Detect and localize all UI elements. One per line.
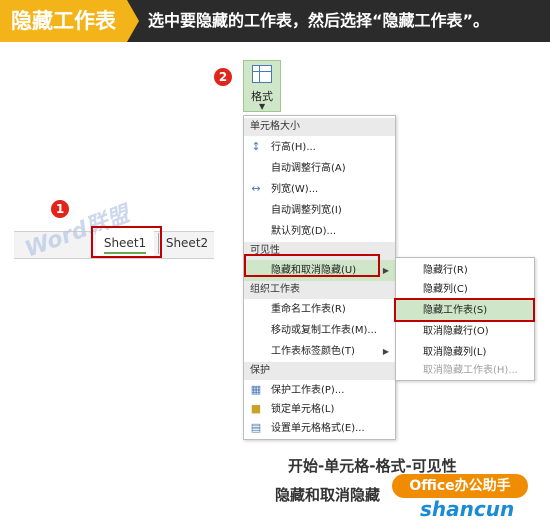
row-height-icon: ↕ — [251, 140, 261, 153]
hide-sheet-highlight-box — [394, 298, 535, 322]
format-button[interactable]: 格式 ▼ — [243, 60, 281, 112]
menu-header-cell-size: 单元格大小 — [244, 118, 395, 136]
menu-header-organize: 组织工作表 — [244, 281, 395, 299]
menu-item-rename[interactable]: 重命名工作表(R) — [244, 299, 395, 320]
submenu-item-unhide-sheet: 取消隐藏工作表(H)... — [423, 365, 518, 376]
caption-action: 隐藏和取消隐藏 — [275, 486, 381, 504]
column-width-icon: ↔ — [251, 182, 261, 195]
menu-item-row-height[interactable]: ↕ 行高(H)... — [244, 137, 395, 158]
menu-item-label: 工作表标签颜色(T) — [271, 346, 355, 357]
menu-item-autofit-column[interactable]: 自动调整列宽(I) — [244, 200, 395, 221]
menu-item-tab-color[interactable]: 工作表标签颜色(T) ▶ — [244, 341, 395, 362]
banner-notch — [127, 0, 139, 42]
chevron-right-icon: ▶ — [382, 347, 389, 356]
hide-unhide-highlight-box — [244, 254, 380, 277]
menu-item-label: 重命名工作表(R) — [271, 304, 346, 315]
menu-item-label: 行高(H)... — [271, 142, 316, 153]
menu-item-label: 锁定单元格(L) — [271, 404, 335, 415]
menu-item-move-copy[interactable]: 移动或复制工作表(M)... — [244, 320, 395, 341]
menu-item-column-width[interactable]: ↔ 列宽(W)... — [244, 179, 395, 200]
caption-path: 开始-单元格-格式-可见性 — [288, 457, 457, 475]
submenu-item-hide-columns[interactable]: 隐藏列(C) — [396, 279, 534, 300]
format-grid-icon — [252, 65, 272, 83]
step-two-badge: 2 — [214, 68, 232, 86]
banner-tag: 隐藏工作表 — [0, 0, 127, 42]
menu-item-default-width[interactable]: 默认列宽(D)... — [244, 221, 395, 242]
submenu-item-unhide-rows[interactable]: 取消隐藏行(O) — [396, 321, 534, 342]
site-watermark: shancun — [420, 497, 515, 521]
menu-item-label: 自动调整列宽(I) — [271, 205, 342, 216]
menu-item-label: 保护工作表(P)... — [271, 385, 345, 396]
format-menu: 单元格大小 ↕ 行高(H)... 自动调整行高(A) ↔ 列宽(W)... 自动… — [243, 115, 396, 440]
menu-item-label: 默认列宽(D)... — [271, 226, 337, 237]
menu-item-protect-sheet[interactable]: ▦ 保护工作表(P)... — [244, 380, 395, 401]
format-cells-icon: ▤ — [250, 421, 262, 434]
menu-item-lock-cell[interactable]: ■ 锁定单元格(L) — [244, 399, 395, 420]
banner-instruction: 选中要隐藏的工作表，然后选择“隐藏工作表”。 — [148, 11, 490, 30]
lock-icon: ■ — [250, 402, 262, 415]
chevron-right-icon: ▶ — [382, 266, 389, 275]
menu-item-label: 自动调整行高(A) — [271, 163, 346, 174]
menu-item-autofit-row[interactable]: 自动调整行高(A) — [244, 158, 395, 179]
tab-sheet2[interactable]: Sheet2 — [162, 231, 212, 257]
sheet1-highlight-box — [91, 226, 162, 258]
office-logo-badge: Office办公助手 — [392, 474, 528, 498]
chevron-down-icon: ▼ — [259, 102, 266, 111]
menu-header-protect: 保护 — [244, 362, 395, 380]
menu-item-label: 列宽(W)... — [271, 184, 319, 195]
menu-item-label: 设置单元格格式(E)... — [271, 423, 365, 434]
submenu-item-hide-rows[interactable]: 隐藏行(R) — [396, 260, 534, 281]
protect-sheet-icon: ▦ — [250, 383, 262, 396]
menu-item-label: 移动或复制工作表(M)... — [271, 325, 377, 336]
menu-item-format-cells[interactable]: ▤ 设置单元格格式(E)... — [244, 418, 395, 439]
